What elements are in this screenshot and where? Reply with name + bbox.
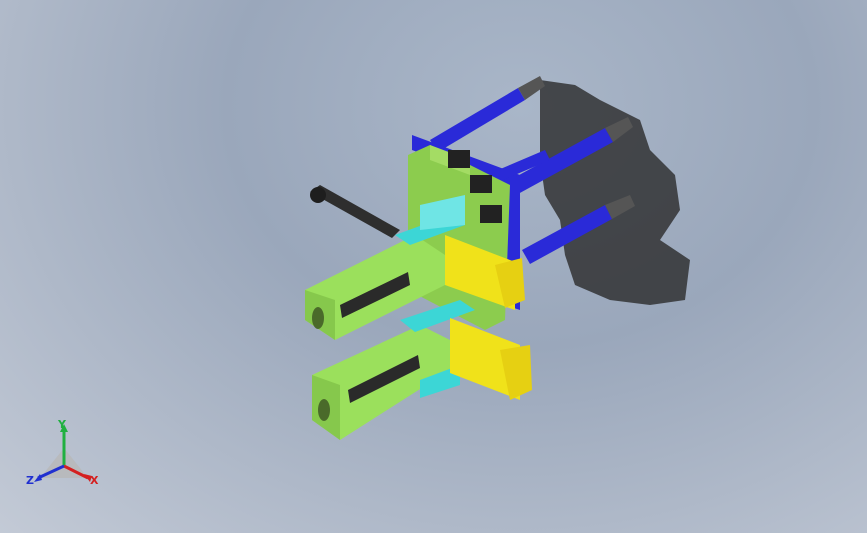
3d-model[interactable] [0,0,867,533]
x-axis-label: X [90,474,99,487]
z-axis-label: Z [26,474,34,487]
cylinder-top[interactable] [430,76,545,152]
drive-shaft[interactable] [310,185,400,238]
y-axis-label: Y [58,418,66,431]
cad-viewport[interactable]: Y X Z [0,0,867,533]
model-shadow [540,80,690,305]
lower-clamp[interactable] [450,318,532,400]
orientation-triad[interactable]: Y X Z [20,418,110,498]
